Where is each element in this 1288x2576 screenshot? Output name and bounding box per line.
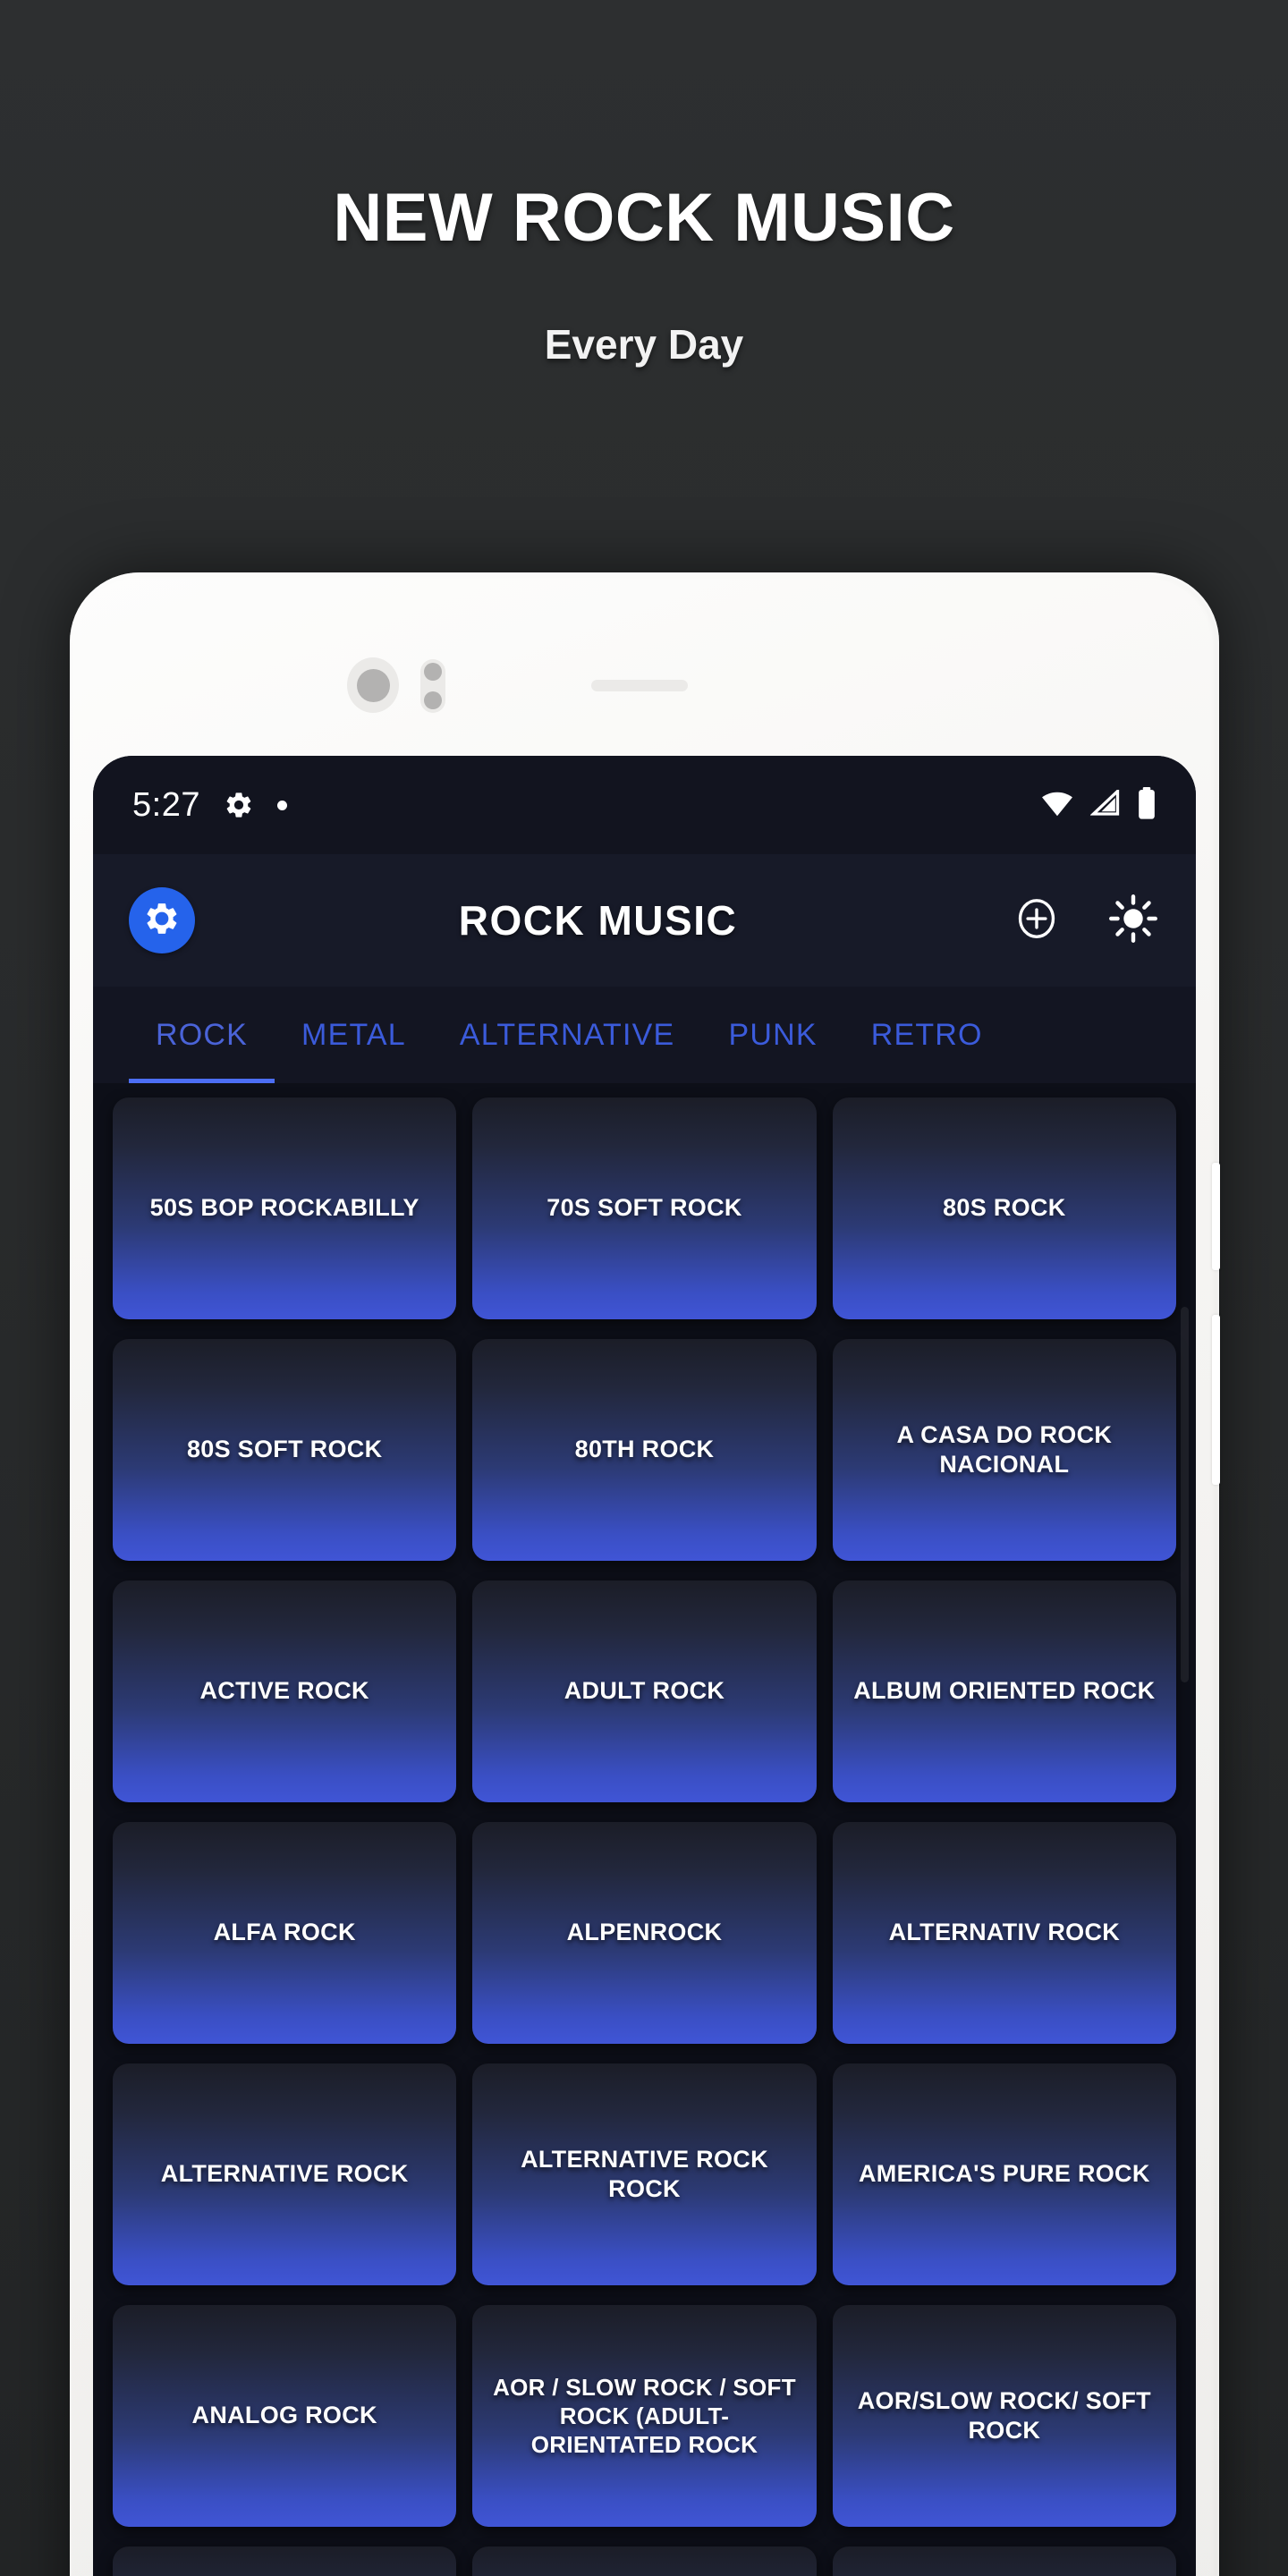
station-tile[interactable]: A CASA DO ROCK NACIONAL — [832, 1339, 1176, 1561]
station-label: 50S BOP ROCKABILLY — [149, 1194, 419, 1222]
station-label: 80S ROCK — [943, 1194, 1066, 1222]
tab-alternative[interactable]: ALTERNATIVE — [433, 987, 702, 1083]
station-tile[interactable]: ALTERNATIV ROCK — [832, 1822, 1176, 2044]
earpiece-speaker — [591, 680, 688, 691]
station-grid-container: 50S BOP ROCKABILLY 70S SOFT ROCK 80S ROC… — [93, 1083, 1196, 2576]
sensor-dots-icon — [420, 659, 445, 713]
app-bar: ROCK MUSIC — [93, 854, 1196, 987]
front-camera-icon — [347, 657, 399, 713]
station-tile[interactable]: AMERICA'S PURE ROCK — [832, 2063, 1176, 2285]
station-tile[interactable]: AOR/SLOW ROCK/ SOFT ROCK — [832, 2305, 1176, 2527]
promo-screenshot: NEW ROCK MUSIC Every Day 5:27 ROCK MUSIC… — [0, 0, 1288, 2576]
status-time: 5:27 — [132, 785, 200, 824]
status-bar-right — [1040, 786, 1157, 824]
wifi-icon — [1040, 790, 1074, 821]
station-tile[interactable]: ANALOG ROCK — [113, 2305, 457, 2527]
phone-side-button-power — [1212, 1315, 1220, 1485]
promo-title: NEW ROCK MUSIC — [333, 180, 955, 256]
battery-icon — [1137, 786, 1157, 824]
add-button[interactable] — [1010, 894, 1063, 947]
station-label: 80TH ROCK — [574, 1436, 715, 1463]
phone-side-button-volume — [1212, 1163, 1220, 1270]
station-label: AMERICA'S PURE ROCK — [859, 2160, 1150, 2188]
station-label: 80S SOFT ROCK — [186, 1436, 383, 1463]
station-tile[interactable]: ALPENROCK — [472, 1822, 817, 2044]
station-tile[interactable]: 80S SOFT ROCK — [113, 1339, 457, 1561]
station-label: ANALOG ROCK — [191, 2402, 377, 2429]
station-tile[interactable]: 80TH ROCK — [472, 1339, 817, 1561]
station-label: ALTERNATIVE ROCK — [160, 2160, 409, 2188]
status-bar: 5:27 — [93, 756, 1196, 854]
app-bar-actions — [1010, 894, 1160, 947]
station-label: ALTERNATIV ROCK — [888, 1919, 1121, 1946]
station-tile[interactable]: 50S BOP ROCKABILLY — [113, 1097, 457, 1319]
station-label: ACTIVE ROCK — [199, 1677, 369, 1705]
status-bar-left: 5:27 — [132, 786, 287, 825]
station-label: ALBUM ORIENTED ROCK — [853, 1677, 1156, 1705]
tab-retro[interactable]: RETRO — [844, 987, 1010, 1083]
station-grid: 50S BOP ROCKABILLY 70S SOFT ROCK 80S ROC… — [113, 1097, 1176, 2576]
station-tile[interactable]: 80S ROCK — [832, 1097, 1176, 1319]
station-label: ALTERNATIVE ROCK ROCK — [521, 2145, 768, 2202]
station-label: AOR/SLOW ROCK/ SOFT ROCK — [857, 2386, 1151, 2444]
gear-icon — [224, 790, 254, 820]
station-tile[interactable]: AOR / SLOW ROCK / SOFT ROCK (ADULT-ORIEN… — [472, 2305, 817, 2527]
promo-subtitle: Every Day — [544, 321, 744, 368]
station-label: ADULT ROCK — [564, 1677, 725, 1705]
station-tile[interactable]: ALTERNATIVE ROCK — [113, 2063, 457, 2285]
tab-punk[interactable]: PUNK — [701, 987, 843, 1083]
station-label: A CASA DO ROCK NACIONAL — [896, 1420, 1113, 1478]
signal-icon — [1089, 787, 1121, 821]
phone-mockup: 5:27 ROCK MUSIC ROCK METAL ALTERNATIVE P… — [70, 572, 1220, 2576]
genre-tabs[interactable]: ROCK METAL ALTERNATIVE PUNK RETRO — [93, 987, 1196, 1083]
sun-icon — [1108, 894, 1158, 948]
station-tile[interactable] — [113, 2546, 457, 2576]
station-label: ALPENROCK — [566, 1919, 723, 1946]
phone-screen: 5:27 ROCK MUSIC ROCK METAL ALTERNATIVE P… — [93, 756, 1196, 2576]
station-tile[interactable]: ACTIVE ROCK — [113, 1580, 457, 1802]
brightness-button[interactable] — [1106, 894, 1160, 947]
scrollbar-track[interactable] — [1181, 1191, 1192, 2532]
plus-circle-icon — [1013, 894, 1061, 947]
station-tile[interactable]: 70S SOFT ROCK — [472, 1097, 817, 1319]
tab-metal[interactable]: METAL — [275, 987, 433, 1083]
tab-rock[interactable]: ROCK — [129, 987, 275, 1083]
page-title: ROCK MUSIC — [458, 897, 738, 944]
station-label: ALFA ROCK — [213, 1919, 356, 1946]
station-tile[interactable]: ALTERNATIVE ROCK ROCK — [472, 2063, 817, 2285]
station-label: AOR / SLOW ROCK / SOFT ROCK (ADULT-ORIEN… — [493, 2373, 796, 2459]
scrollbar-thumb[interactable] — [1181, 1307, 1189, 1682]
station-tile[interactable]: ALFA ROCK — [113, 1822, 457, 2044]
station-tile[interactable]: ALBUM ORIENTED ROCK — [832, 1580, 1176, 1802]
gear-icon — [143, 900, 181, 942]
station-tile[interactable] — [832, 2546, 1176, 2576]
station-tile[interactable]: ADULT ROCK — [472, 1580, 817, 1802]
station-tile[interactable] — [472, 2546, 817, 2576]
station-label: 70S SOFT ROCK — [547, 1194, 742, 1222]
settings-button[interactable] — [129, 887, 195, 953]
dot-icon — [276, 800, 287, 810]
